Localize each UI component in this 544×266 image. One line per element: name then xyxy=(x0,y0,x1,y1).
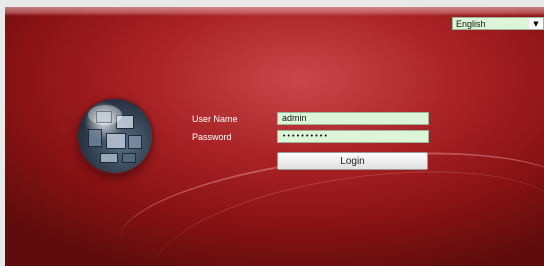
password-label: Password xyxy=(192,132,232,142)
window-frame: English ▼ User Name admin Password •••••… xyxy=(0,0,544,266)
language-select[interactable]: English ▼ xyxy=(452,17,544,30)
password-input[interactable]: •••••••••• xyxy=(277,130,429,143)
username-label: User Name xyxy=(192,114,238,124)
panel-highlight xyxy=(5,7,544,16)
globe-logo-icon xyxy=(78,99,152,173)
chevron-down-icon[interactable]: ▼ xyxy=(529,18,543,29)
language-select-value: English xyxy=(456,18,486,29)
password-input-value: •••••••••• xyxy=(282,132,329,140)
username-input-value: admin xyxy=(282,113,307,123)
username-input[interactable]: admin xyxy=(277,112,429,125)
login-button[interactable]: Login xyxy=(277,152,428,170)
